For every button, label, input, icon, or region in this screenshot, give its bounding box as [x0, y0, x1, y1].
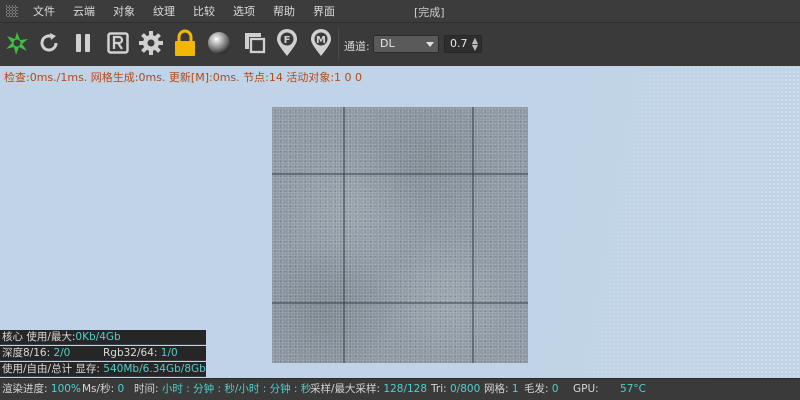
render-status: [完成] — [414, 6, 445, 19]
chevron-down-icon — [426, 42, 434, 47]
progress-value: 100% — [50, 383, 81, 395]
tile-seam — [272, 302, 528, 304]
stats-core-value: 0Kb/4Gb — [75, 331, 121, 343]
toolbar: F M 通道: DL 0.7 ▲ ▼ — [0, 22, 800, 66]
status-ms: Ms/秒: 0 — [82, 379, 124, 399]
ms-label: Ms/秒: — [82, 383, 115, 395]
viewport-noise — [500, 66, 800, 378]
mesh-label: 网格: — [484, 383, 509, 395]
channel-label: 通道: — [344, 40, 370, 53]
stats-core: 核心 使用/最大:0Kb/4Gb — [0, 330, 206, 345]
stats-mem-label: 使用/自由/总计 显存: — [2, 363, 100, 375]
hair-value: 0 — [551, 383, 559, 395]
menu-bar: 文件 云端 对象 纹理 比较 选项 帮助 界面 [完成] — [0, 0, 800, 22]
stats-memory: 使用/自由/总计 显存: 540Mb/6.34Gb/8Gb — [0, 362, 206, 377]
menu-compare[interactable]: 比较 — [184, 3, 224, 19]
tri-value: 0/800 — [450, 383, 481, 395]
samples-value: 128/128 — [383, 383, 428, 395]
focus-pin-icon[interactable]: F — [272, 28, 302, 58]
mesh-value: 1 — [511, 383, 519, 395]
refresh-icon[interactable] — [34, 28, 64, 58]
stats-core-label: 核心 使用/最大: — [2, 331, 76, 343]
gpu-label: GPU: — [573, 383, 599, 395]
stats-depth: 深度8/16: 2/0 Rgb32/64: 1/0 — [0, 346, 206, 361]
tile-seam — [272, 173, 528, 175]
ms-value: 0 — [117, 383, 125, 395]
material-pin-icon[interactable]: M — [306, 28, 336, 58]
status-gpu: GPU: 57°C — [573, 379, 646, 399]
pause-icon[interactable] — [68, 28, 98, 58]
spin-arrows-icon[interactable]: ▲ ▼ — [472, 37, 478, 52]
menu-options[interactable]: 选项 — [224, 3, 264, 19]
stats-mem-value: 540Mb/6.34Gb/8Gb — [103, 363, 206, 375]
tri-label: Tri: — [431, 383, 447, 395]
grip-icon[interactable] — [6, 5, 18, 17]
lock-icon[interactable] — [170, 28, 200, 58]
stats-depth-label: 深度8/16: — [2, 347, 51, 359]
render-viewport[interactable]: 检查:0ms./1ms. 网格生成:0ms. 更新[M]:0ms. 节点:14 … — [0, 66, 800, 378]
tile-seam — [472, 107, 474, 363]
viewport-region-icon[interactable] — [240, 28, 270, 58]
time-label: 时间: — [134, 383, 159, 395]
stats-rgb-label: Rgb32/64: — [103, 347, 158, 359]
svg-text:F: F — [284, 35, 291, 46]
performance-info: 检查:0ms./1ms. 网格生成:0ms. 更新[M]:0ms. 节点:14 … — [4, 71, 363, 84]
r-region-icon[interactable] — [103, 28, 133, 58]
material-sphere-icon[interactable] — [204, 28, 234, 58]
stats-rgb: Rgb32/64: 1/0 — [103, 346, 178, 361]
status-progress: 渲染进度: 100% — [2, 379, 81, 399]
time-value: 小时 : 分钟 : 秒/小时 : 分钟 : 秒 — [161, 383, 312, 395]
gear-icon[interactable] — [136, 28, 166, 58]
status-samples: 采样/最大采样: 128/128 — [310, 379, 427, 399]
menu-interface[interactable]: 界面 — [304, 3, 344, 19]
rendered-texture — [272, 107, 528, 363]
menu-cloud[interactable]: 云端 — [64, 3, 104, 19]
hair-label: 毛发: — [524, 383, 549, 395]
menu-file[interactable]: 文件 — [24, 3, 64, 19]
stats-rgb-value: 1/0 — [160, 347, 178, 359]
status-hair: 毛发: 0 — [524, 379, 559, 399]
status-tri: Tri: 0/800 — [431, 379, 480, 399]
stats-depth-value: 2/0 — [53, 347, 71, 359]
stepper-value: 0.7 — [450, 37, 468, 50]
octane-logo-icon[interactable] — [2, 28, 32, 58]
channel-value: DL — [380, 37, 395, 50]
value-stepper[interactable]: 0.7 ▲ ▼ — [444, 35, 482, 53]
menu-help[interactable]: 帮助 — [264, 3, 304, 19]
status-time: 时间: 小时 : 分钟 : 秒/小时 : 分钟 : 秒 — [134, 379, 311, 399]
samples-label: 采样/最大采样: — [310, 383, 381, 395]
tile-seam — [343, 107, 345, 363]
toolbar-separator — [338, 27, 339, 61]
status-mesh: 网格: 1 — [484, 379, 519, 399]
status-bar: 渲染进度: 100% Ms/秒: 0 时间: 小时 : 分钟 : 秒/小时 : … — [0, 378, 800, 400]
gpu-temp-value: 57°C — [620, 383, 646, 395]
channel-select[interactable]: DL — [373, 35, 439, 53]
svg-text:M: M — [316, 35, 326, 46]
progress-label: 渲染进度: — [2, 383, 48, 395]
menu-textures[interactable]: 纹理 — [144, 3, 184, 19]
menu-objects[interactable]: 对象 — [104, 3, 144, 19]
